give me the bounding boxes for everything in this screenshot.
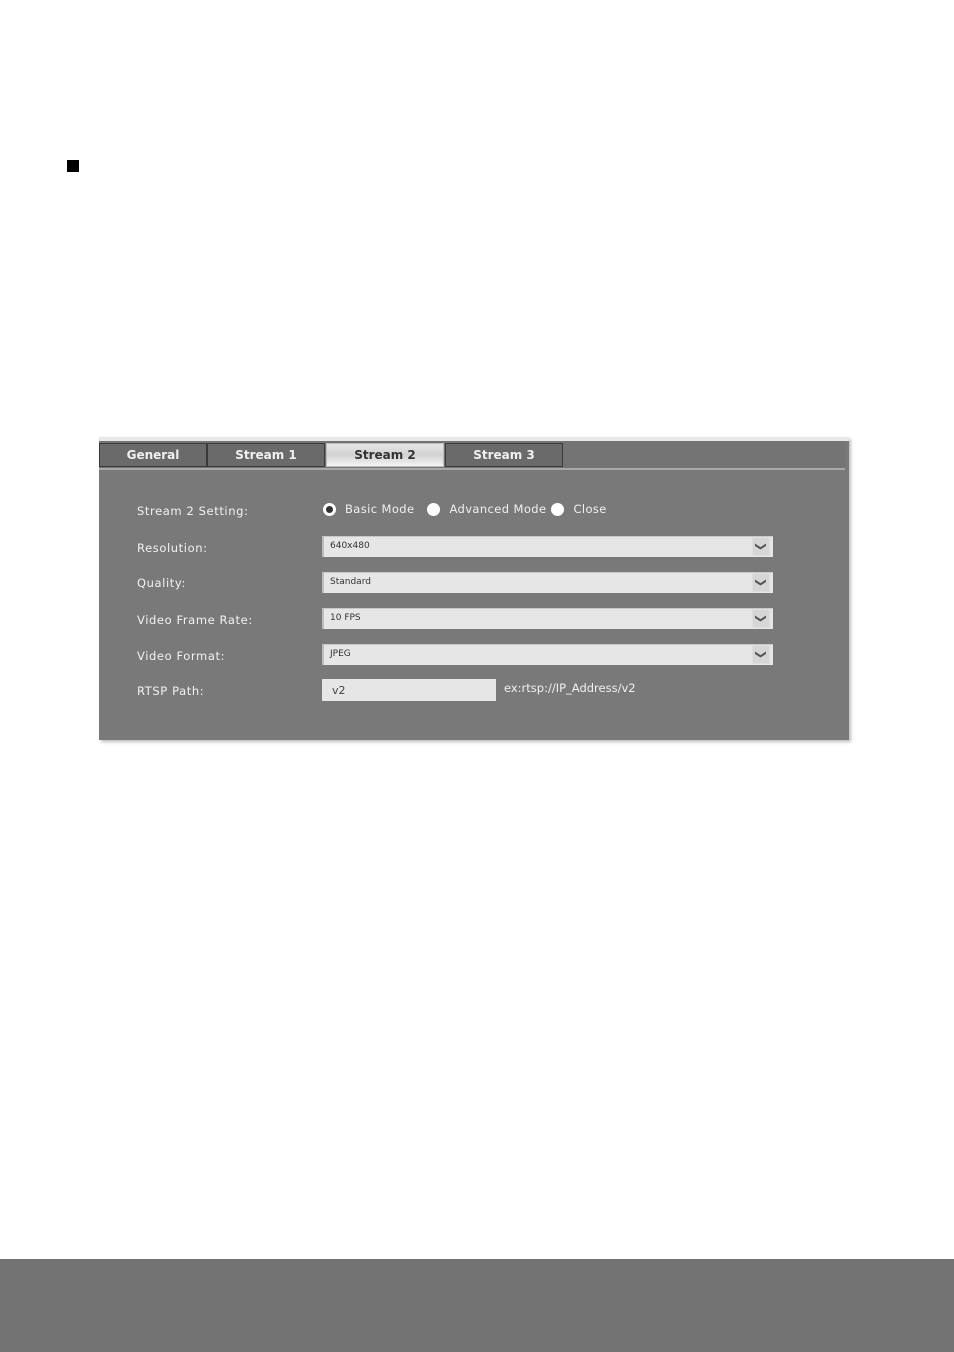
frame-rate-label: Video Frame Rate: xyxy=(137,613,253,627)
close-label: Close xyxy=(573,502,607,516)
quality-label: Quality: xyxy=(137,576,186,590)
close-radio[interactable] xyxy=(551,502,565,516)
tab-stream-3[interactable]: Stream 3 xyxy=(445,443,563,467)
stream-setting-label: Stream 2 Setting: xyxy=(137,504,249,518)
video-format-value: JPEG xyxy=(330,649,351,659)
frame-rate-value: 10 FPS xyxy=(330,613,361,623)
video-format-label: Video Format: xyxy=(137,649,226,663)
tab-stream-2[interactable]: Stream 2 xyxy=(326,443,444,467)
video-format-select[interactable]: JPEG ❯ xyxy=(322,644,773,665)
chevron-down-icon[interactable]: ❯ xyxy=(752,645,770,664)
resolution-select[interactable]: 640x480 ❯ xyxy=(322,536,773,557)
stream-mode-radio-group: Basic Mode Advanced Mode Close xyxy=(323,502,620,516)
stream-settings-panel: General Stream 1 Stream 2 Stream 3 Strea… xyxy=(99,437,849,740)
rtsp-path-label: RTSP Path: xyxy=(137,684,205,698)
square-bullet-icon xyxy=(67,160,79,172)
chevron-down-icon[interactable]: ❯ xyxy=(752,573,770,592)
advanced-mode-label: Advanced Mode xyxy=(449,502,547,516)
advanced-mode-radio[interactable] xyxy=(427,502,441,516)
basic-mode-label: Basic Mode xyxy=(345,502,415,516)
chevron-down-icon[interactable]: ❯ xyxy=(752,609,770,628)
resolution-label: Resolution: xyxy=(137,541,208,555)
tab-general[interactable]: General xyxy=(99,443,207,467)
rtsp-path-input[interactable] xyxy=(322,679,496,701)
frame-rate-select[interactable]: 10 FPS ❯ xyxy=(322,608,773,629)
tab-bar: General Stream 1 Stream 2 Stream 3 xyxy=(99,441,845,470)
page-footer-band xyxy=(0,1259,954,1352)
rtsp-path-hint: ex:rtsp://IP_Address/v2 xyxy=(504,681,636,695)
resolution-value: 640x480 xyxy=(330,541,370,551)
tab-stream-1[interactable]: Stream 1 xyxy=(207,443,325,467)
quality-value: Standard xyxy=(330,577,371,587)
chevron-down-icon[interactable]: ❯ xyxy=(752,537,770,556)
basic-mode-radio[interactable] xyxy=(323,502,336,516)
quality-select[interactable]: Standard ❯ xyxy=(322,572,773,593)
